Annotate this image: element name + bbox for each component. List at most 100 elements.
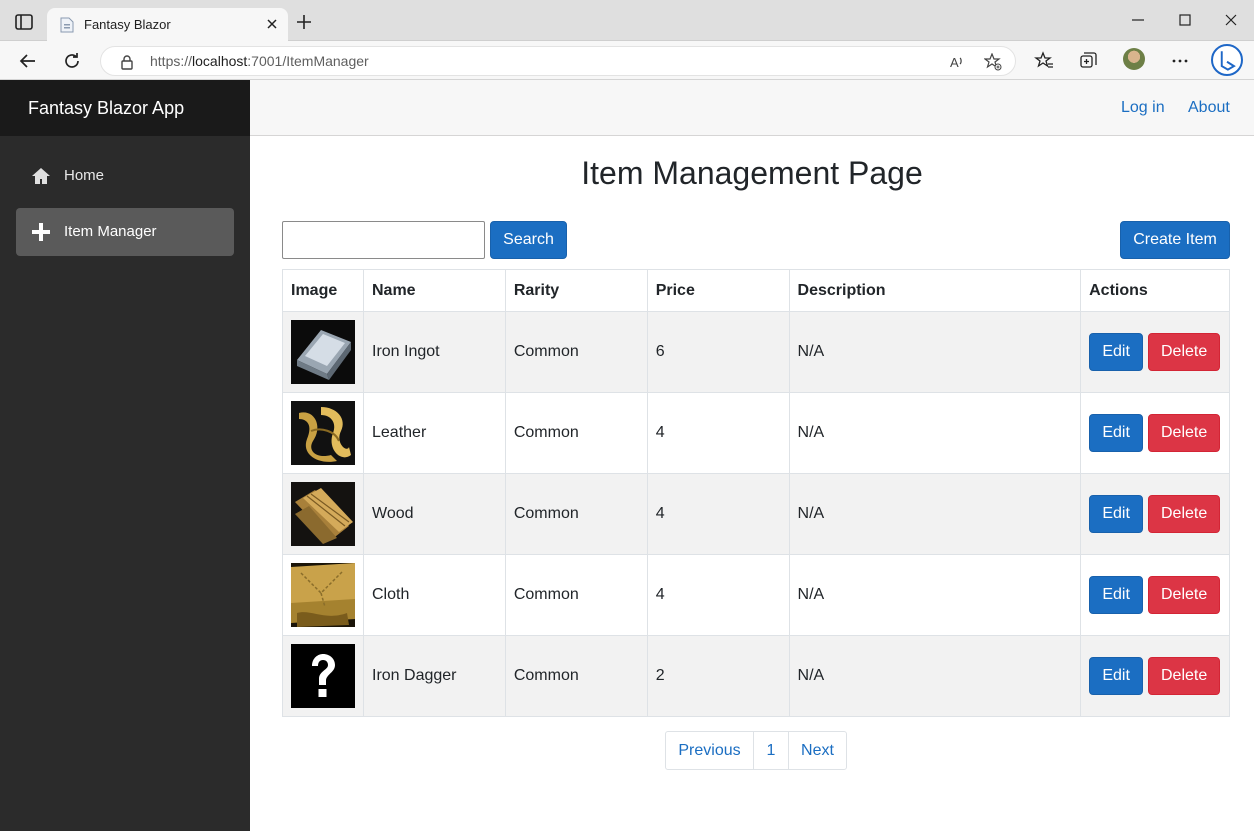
- svg-text:A: A: [950, 55, 959, 70]
- table-row: Leather Common 4 N/A Edit Delete: [282, 392, 1230, 474]
- search-input[interactable]: [282, 221, 485, 259]
- rarity-cell: Common: [504, 554, 648, 636]
- url-scheme: https://: [150, 53, 193, 69]
- sidebar-item-label: Home: [64, 167, 105, 184]
- description-cell: N/A: [788, 635, 1082, 717]
- url-host: localhost: [192, 53, 248, 69]
- name-cell: Wood: [363, 473, 506, 555]
- sidebar-item-label: Item Manager: [64, 223, 157, 240]
- sidebar-item-home[interactable]: Home: [16, 152, 234, 200]
- table-row: Wood Common 4 N/A Edit Delete: [282, 473, 1230, 555]
- add-favorite-icon[interactable]: [984, 53, 1002, 71]
- bing-copilot-icon[interactable]: [1211, 44, 1243, 76]
- rarity-cell: Common: [504, 311, 648, 393]
- rarity-cell: Common: [504, 473, 648, 555]
- name-cell: Leather: [363, 392, 506, 474]
- description-cell: N/A: [788, 392, 1082, 474]
- home-icon: [32, 168, 50, 184]
- sidebar: Fantasy Blazor App Home Item Manager: [0, 80, 250, 831]
- favorites-icon[interactable]: [1034, 51, 1054, 71]
- page-favicon-icon: [60, 17, 74, 33]
- unknown-item-image: [291, 644, 355, 708]
- image-cell: [282, 392, 364, 474]
- read-aloud-icon[interactable]: A: [948, 53, 966, 71]
- edit-button[interactable]: Edit: [1089, 333, 1144, 371]
- edit-button[interactable]: Edit: [1089, 414, 1144, 452]
- refresh-icon[interactable]: [62, 51, 82, 71]
- actions-cell: Edit Delete: [1080, 473, 1230, 555]
- column-header-name: Name: [363, 269, 506, 312]
- price-cell: 4: [646, 554, 790, 636]
- image-cell: [282, 554, 364, 636]
- cloth-image: [291, 563, 355, 627]
- new-tab-icon[interactable]: [296, 14, 312, 30]
- create-item-button[interactable]: Create Item: [1120, 221, 1230, 259]
- search-button[interactable]: Search: [490, 221, 567, 259]
- close-tab-icon[interactable]: [264, 16, 280, 32]
- delete-button[interactable]: Delete: [1148, 333, 1221, 371]
- browser-tab-strip: Fantasy Blazor: [0, 0, 1254, 41]
- image-cell: [282, 635, 364, 717]
- delete-button[interactable]: Delete: [1148, 576, 1221, 614]
- address-bar[interactable]: https://localhost:7001/ItemManager A: [100, 46, 1016, 76]
- name-cell: Iron Ingot: [363, 311, 506, 393]
- collections-icon[interactable]: [1078, 51, 1098, 71]
- iron-ingot-image: [291, 320, 355, 384]
- delete-button[interactable]: Delete: [1148, 495, 1221, 533]
- browser-toolbar: https://localhost:7001/ItemManager A: [0, 41, 1254, 80]
- table-row: Iron Dagger Common 2 N/A Edit Delete: [282, 635, 1230, 717]
- delete-button[interactable]: Delete: [1148, 657, 1221, 695]
- column-header-image: Image: [282, 269, 364, 312]
- tab-title: Fantasy Blazor: [84, 17, 171, 32]
- url-text[interactable]: https://localhost:7001/ItemManager: [150, 53, 369, 69]
- rarity-cell: Common: [504, 392, 648, 474]
- about-link[interactable]: About: [1188, 99, 1230, 117]
- column-header-rarity: Rarity: [504, 269, 648, 312]
- brand-title[interactable]: Fantasy Blazor App: [28, 98, 184, 119]
- tab-actions-icon[interactable]: [14, 12, 34, 32]
- edit-button[interactable]: Edit: [1089, 495, 1144, 533]
- login-link[interactable]: Log in: [1121, 99, 1165, 117]
- actions-cell: Edit Delete: [1080, 392, 1230, 474]
- lock-icon[interactable]: [121, 54, 133, 70]
- description-cell: N/A: [788, 473, 1082, 555]
- image-cell: [282, 311, 364, 393]
- edit-button[interactable]: Edit: [1089, 576, 1144, 614]
- image-cell: [282, 473, 364, 555]
- column-header-description: Description: [788, 269, 1082, 312]
- brand-bar: Fantasy Blazor App: [0, 80, 250, 136]
- description-cell: N/A: [788, 311, 1082, 393]
- maximize-icon[interactable]: [1177, 12, 1193, 28]
- rarity-cell: Common: [504, 635, 648, 717]
- name-cell: Cloth: [363, 554, 506, 636]
- table-row: Cloth Common 4 N/A Edit Delete: [282, 554, 1230, 636]
- sidebar-item-item-manager[interactable]: Item Manager: [16, 208, 234, 256]
- profile-avatar[interactable]: [1123, 48, 1145, 70]
- table-header-row: Image Name Rarity Price Description Acti…: [282, 269, 1230, 312]
- browser-tab[interactable]: Fantasy Blazor: [47, 8, 288, 41]
- close-window-icon[interactable]: [1223, 12, 1239, 28]
- table-row: Iron Ingot Common 6 N/A Edit Delete: [282, 311, 1230, 393]
- minimize-icon[interactable]: [1130, 12, 1146, 28]
- previous-page-button[interactable]: Previous: [665, 731, 754, 770]
- top-row: Log in About: [250, 80, 1254, 136]
- page-title: Item Management Page: [581, 155, 923, 191]
- more-menu-icon[interactable]: [1170, 51, 1190, 71]
- pagination: Previous 1 Next: [665, 731, 847, 770]
- column-header-actions: Actions: [1080, 269, 1230, 312]
- price-cell: 2: [646, 635, 790, 717]
- items-table: Image Name Rarity Price Description Acti…: [282, 269, 1230, 717]
- name-cell: Iron Dagger: [363, 635, 506, 717]
- wood-image: [291, 482, 355, 546]
- page-1-button[interactable]: 1: [753, 731, 789, 770]
- actions-cell: Edit Delete: [1080, 554, 1230, 636]
- plus-icon: [32, 223, 50, 241]
- edit-button[interactable]: Edit: [1089, 657, 1144, 695]
- actions-cell: Edit Delete: [1080, 635, 1230, 717]
- delete-button[interactable]: Delete: [1148, 414, 1221, 452]
- next-page-button[interactable]: Next: [788, 731, 847, 770]
- back-icon[interactable]: [18, 51, 38, 71]
- price-cell: 4: [646, 392, 790, 474]
- description-cell: N/A: [788, 554, 1082, 636]
- url-path: :7001/ItemManager: [247, 53, 369, 69]
